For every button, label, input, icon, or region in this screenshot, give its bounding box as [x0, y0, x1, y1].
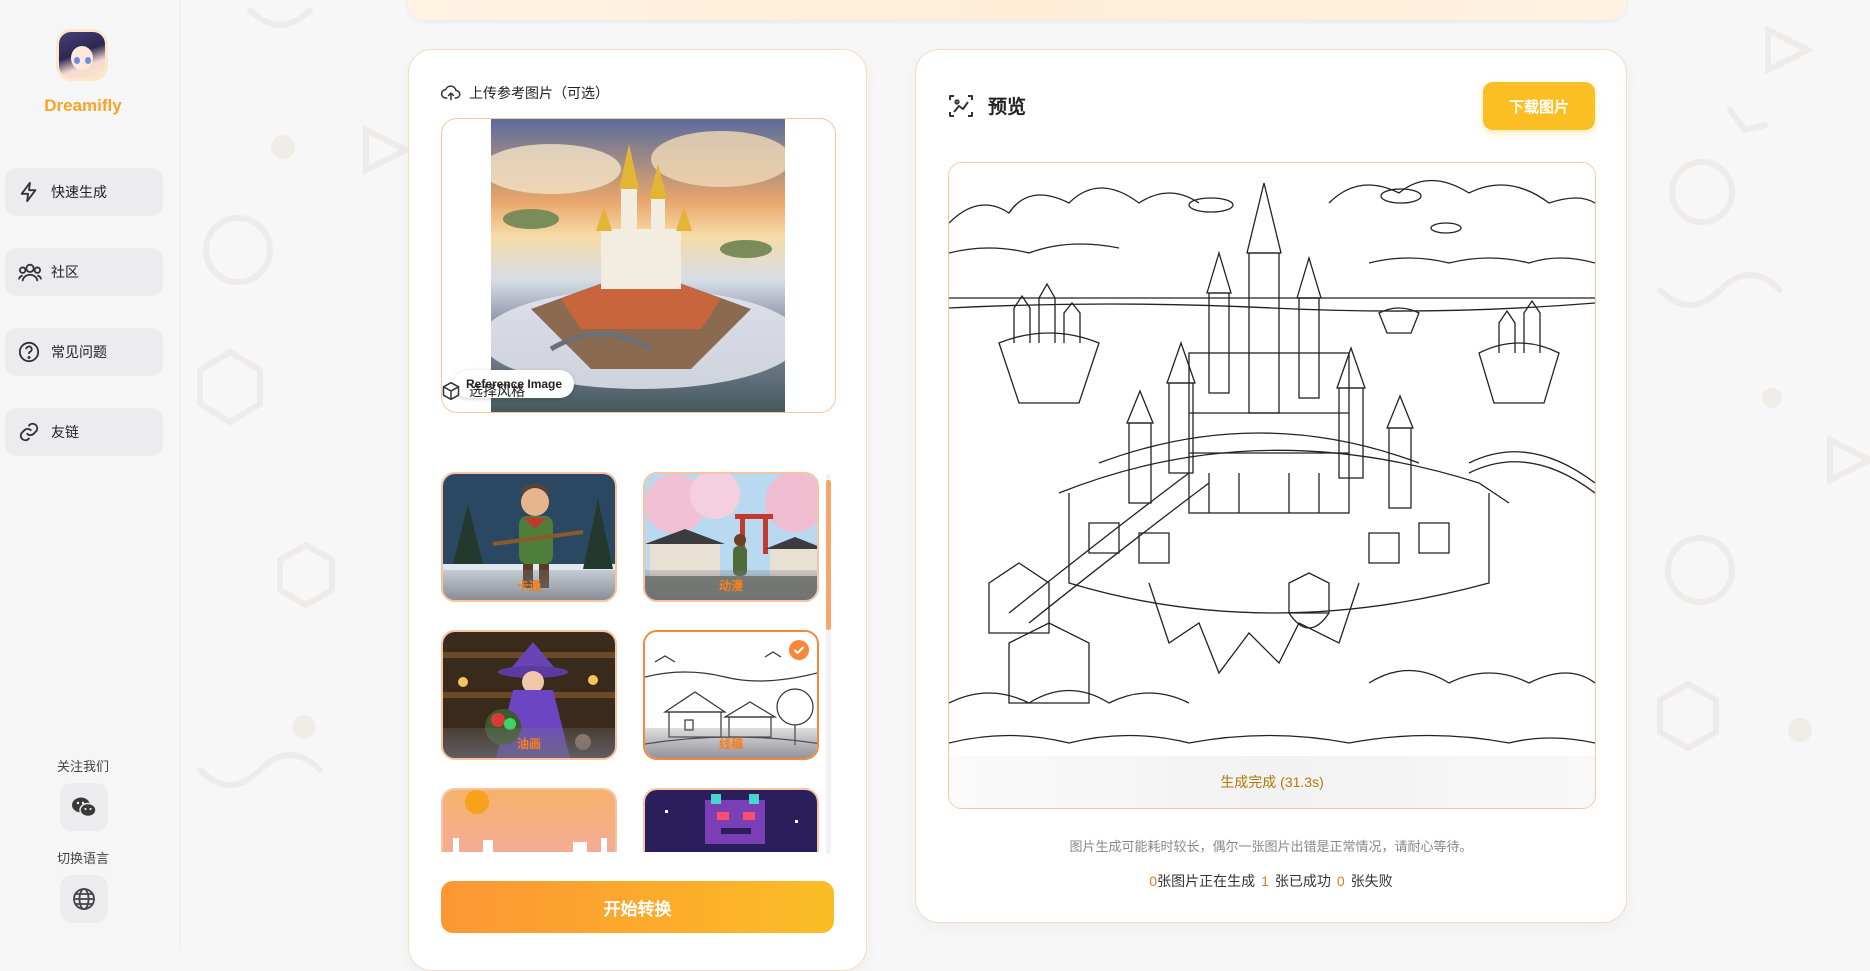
image-chart-icon — [949, 94, 973, 117]
start-convert-button[interactable]: 开始转换 — [441, 881, 834, 933]
cube-icon — [442, 381, 460, 401]
style-card-anime[interactable]: 动漫 — [643, 472, 819, 602]
download-image-button[interactable]: 下载图片 — [1483, 82, 1595, 130]
style-thumbnail — [645, 790, 817, 852]
success-label: 张已成功 — [1274, 873, 1331, 889]
style-card-sunset[interactable] — [441, 788, 617, 852]
brand-avatar — [59, 32, 105, 78]
input-panel: 上传参考图片（可选） Reference Image 选择风格 卡通 动漫 油画… — [408, 49, 867, 971]
language-button[interactable] — [60, 875, 108, 923]
upload-section-title: 上传参考图片（可选） — [441, 83, 609, 103]
preview-title: 预览 — [948, 92, 1026, 119]
sidebar-item-links[interactable]: 友链 — [5, 408, 163, 456]
generation-hint: 图片生成可能耗时较长，偶尔一张图片出错是正常情况，请耐心等待。 — [1069, 839, 1473, 854]
sidebar: Dreamifly 快速生成 社区 常见问题 友链 关注我们 切换语言 — [0, 0, 181, 951]
style-thumbnail — [443, 790, 615, 852]
globe-icon — [73, 888, 95, 910]
style-card-line-art[interactable]: 线稿 — [643, 630, 819, 760]
failed-count: 0 — [1336, 873, 1345, 889]
wechat-icon — [72, 797, 97, 818]
preview-image-frame: 生成完成 (31.3s) — [948, 162, 1596, 809]
follow-us-label: 关注我们 — [56, 759, 109, 774]
generation-status: 生成完成 (31.3s) — [949, 756, 1595, 808]
style-label: 卡通 — [443, 570, 615, 600]
upload-dropzone[interactable]: Reference Image — [441, 118, 836, 413]
sidebar-item-label: 快速生成 — [51, 184, 107, 200]
failed-label: 张失败 — [1350, 873, 1393, 889]
link-icon — [19, 422, 39, 442]
switch-language-label: 切换语言 — [56, 851, 109, 866]
style-grid: 卡通 动漫 油画 线稿 — [441, 472, 826, 852]
users-icon — [18, 263, 42, 282]
style-card-pixel-robot[interactable] — [643, 788, 819, 852]
style-label: 动漫 — [645, 570, 817, 600]
sidebar-item-label: 社区 — [51, 264, 79, 280]
success-count: 1 — [1261, 873, 1269, 889]
style-grid-scrollbar[interactable] — [826, 474, 831, 854]
wechat-button[interactable] — [60, 783, 108, 831]
generating-count: 0 — [1149, 873, 1158, 889]
help-circle-icon — [18, 341, 40, 363]
style-label: 油画 — [443, 728, 615, 758]
lightning-icon — [20, 181, 37, 203]
selected-check-icon — [789, 640, 809, 660]
sidebar-item-faq[interactable]: 常见问题 — [5, 328, 163, 376]
style-card-cartoon[interactable]: 卡通 — [441, 472, 617, 602]
sidebar-item-community[interactable]: 社区 — [5, 248, 163, 296]
sidebar-item-label: 常见问题 — [51, 344, 107, 360]
preview-panel: 预览 下载图片 生成完成 (31.3s) 图片生成可能耗时较长，偶尔一张图片出错… — [915, 49, 1627, 923]
sidebar-item-quick-generate[interactable]: 快速生成 — [5, 168, 163, 216]
generating-label: 张图片正在生成 — [1157, 873, 1256, 889]
brand-name: Dreamifly — [44, 96, 122, 115]
reference-image — [491, 119, 785, 412]
style-card-oil-painting[interactable]: 油画 — [441, 630, 617, 760]
generation-counts: 0张图片正在生成 1 张已成功 0 张失败 — [916, 871, 1626, 891]
top-banner — [408, 0, 1626, 20]
cloud-upload-icon — [441, 85, 461, 101]
generated-line-art-image — [949, 163, 1595, 756]
style-label: 线稿 — [645, 728, 817, 758]
sidebar-item-label: 友链 — [51, 424, 79, 440]
style-section-title: 选择风格 — [441, 381, 525, 401]
